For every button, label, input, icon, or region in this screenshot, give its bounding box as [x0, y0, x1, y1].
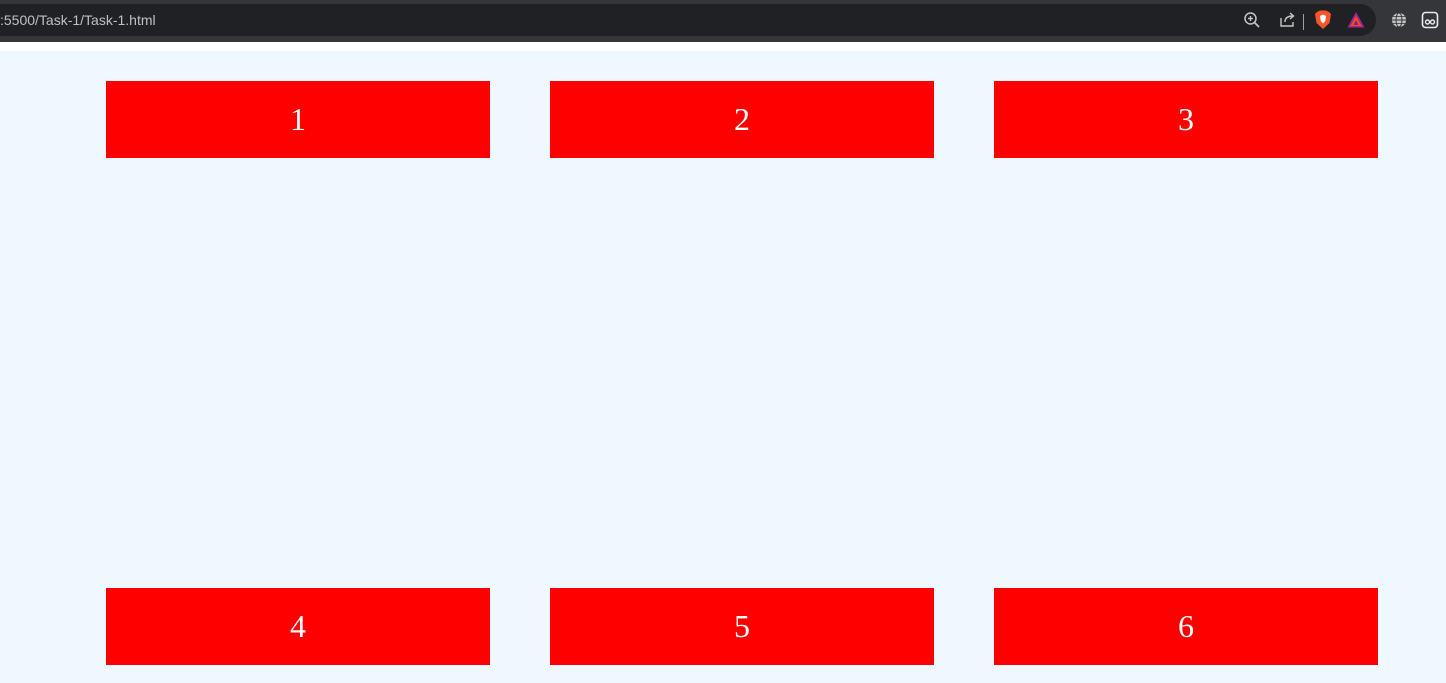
grid-box-6: 6	[994, 588, 1378, 665]
grid-box-2: 2	[550, 81, 934, 158]
browser-toolbar: :5500/Task-1/Task-1.html	[0, 0, 1446, 42]
grid-box-5: 5	[550, 588, 934, 665]
address-bar[interactable]: :5500/Task-1/Task-1.html	[0, 4, 1376, 36]
grid-box-1: 1	[106, 81, 490, 158]
grid-box-3: 3	[994, 81, 1378, 158]
extension-icon[interactable]	[1421, 11, 1439, 29]
brave-rewards-icon[interactable]	[1347, 11, 1365, 29]
zoom-icon[interactable]	[1243, 11, 1261, 29]
brave-shield-icon[interactable]	[1314, 10, 1332, 29]
share-icon[interactable]	[1278, 11, 1296, 29]
page-top-strip	[0, 42, 1446, 51]
omnibox-divider	[1303, 14, 1304, 30]
translate-globe-icon[interactable]	[1390, 11, 1408, 29]
page-content: 1 2 3 4 5 6	[0, 51, 1446, 683]
grid-box-4: 4	[106, 588, 490, 665]
address-url[interactable]: :5500/Task-1/Task-1.html	[0, 4, 156, 36]
